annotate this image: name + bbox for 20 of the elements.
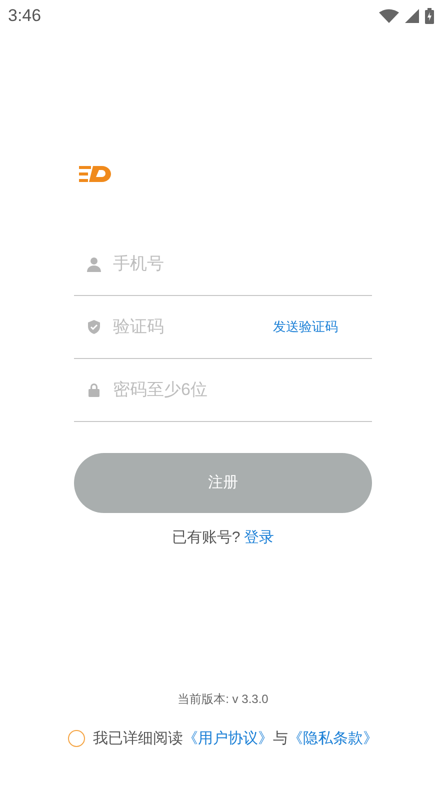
status-time: 3:46 — [8, 5, 42, 28]
input-field[interactable]: 密码至少6位 — [113, 377, 338, 403]
version-text: 当前版本: v 3.3.0 — [178, 690, 268, 708]
user-agreement-link[interactable]: 《用户协议》 — [183, 728, 273, 750]
login-link[interactable]: 登录 — [244, 527, 274, 550]
conjunction-text: 与 — [273, 728, 288, 748]
login-prompt: 已有账号? — [172, 528, 240, 548]
agree-checkbox[interactable] — [68, 730, 85, 748]
input-field[interactable]: 验证码 — [113, 314, 262, 340]
shield-icon — [86, 319, 102, 335]
agreement-text: 我已详细阅读 — [93, 728, 183, 748]
signal-icon — [405, 9, 419, 23]
lock-icon — [86, 382, 102, 398]
wifi-icon — [379, 9, 399, 23]
logo-icon — [79, 165, 113, 183]
battery-icon — [425, 8, 434, 24]
person-icon — [86, 256, 102, 272]
send-code-button[interactable]: 发送验证码 — [273, 317, 338, 337]
privacy-terms-link[interactable]: 《隐私条款》 — [288, 728, 378, 750]
input-field[interactable]: 手机号 — [113, 251, 338, 277]
